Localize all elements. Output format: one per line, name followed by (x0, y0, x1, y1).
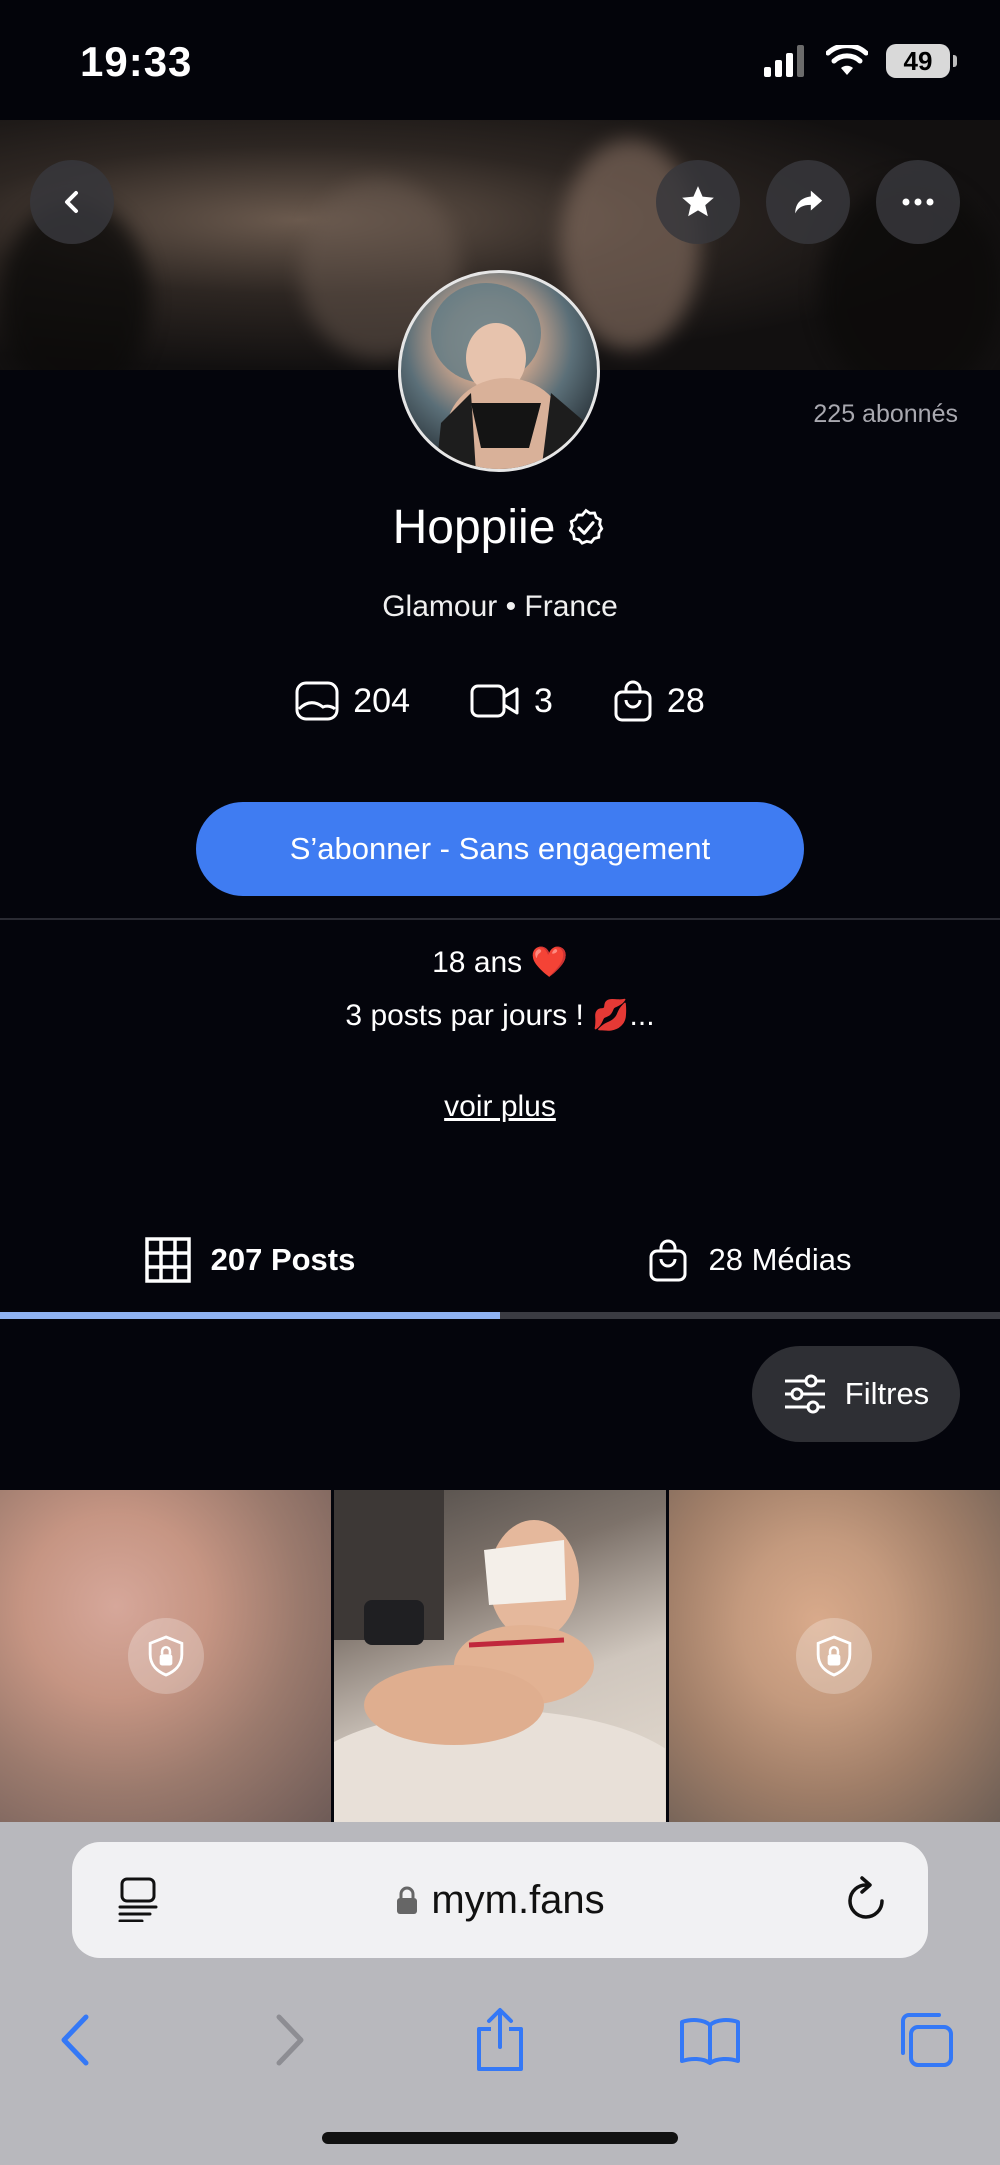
lock-icon (796, 1618, 873, 1694)
stat-medias: 28 (613, 680, 705, 722)
profile-name: Hoppiie (392, 501, 556, 554)
verified-badge-icon (569, 508, 604, 545)
lock-icon (127, 1618, 204, 1694)
filters-button[interactable]: Filtres (752, 1346, 960, 1442)
share-button[interactable] (766, 160, 850, 244)
chevron-right-icon (276, 2014, 304, 2066)
content-tabs: 207 Posts 28 Médias (0, 1200, 1000, 1320)
book-icon (680, 2018, 740, 2065)
more-options-button[interactable] (876, 160, 960, 244)
tab-posts-label: 207 Posts (210, 1242, 356, 1277)
share-icon (477, 2008, 523, 2071)
battery-indicator: 49 (886, 44, 957, 78)
filters-label: Filtres (844, 1376, 930, 1411)
profile-avatar[interactable] (398, 270, 600, 472)
profile-name-row: Hoppiie (0, 500, 1000, 555)
bio-line-1: 18 ans ❤️ (432, 946, 568, 979)
browser-toolbar: mym.fans (0, 1822, 1000, 2165)
subscribe-button[interactable]: S’abonner - Sans engagement (196, 802, 804, 896)
tabs-icon (901, 2013, 953, 2067)
post-thumbnail-locked[interactable] (0, 1490, 332, 1822)
star-icon (682, 186, 714, 217)
reload-icon[interactable] (844, 1874, 890, 1924)
post-thumbnail-locked[interactable] (668, 1490, 1000, 1822)
grid-icon (144, 1237, 191, 1283)
avatar-image (431, 283, 586, 469)
posts-grid (0, 1490, 1000, 1822)
cellular-signal-icon (764, 45, 804, 77)
tab-medias-label: 28 Médias (708, 1242, 852, 1277)
status-bar: 19:33 49 (0, 0, 1000, 120)
address-bar[interactable]: mym.fans (72, 1842, 928, 1958)
favorite-button[interactable] (656, 160, 740, 244)
browser-tabs-button[interactable] (880, 1990, 970, 2090)
url-text: mym.fans (431, 1877, 605, 1922)
stat-videos: 3 (470, 680, 553, 722)
section-divider (0, 918, 1000, 920)
stat-photos-count: 204 (353, 681, 410, 720)
see-more-link[interactable]: voir plus (0, 1090, 1000, 1124)
stat-photos: 204 (295, 680, 410, 722)
shopping-bag-icon (649, 1239, 687, 1282)
video-camera-icon (470, 684, 519, 718)
browser-forward-button[interactable] (245, 1990, 335, 2090)
stat-medias-count: 28 (666, 681, 705, 720)
tab-medias[interactable]: 28 Médias (500, 1200, 1000, 1320)
wifi-icon (826, 45, 868, 75)
status-icons: 49 (764, 44, 957, 78)
home-indicator (322, 2132, 678, 2144)
shopping-bag-icon (614, 680, 652, 722)
photo-icon (295, 681, 339, 721)
stat-videos-count: 3 (533, 681, 553, 720)
chevron-left-icon (65, 191, 78, 213)
browser-share-button[interactable] (455, 1990, 545, 2090)
status-time: 19:33 (80, 38, 193, 85)
back-button[interactable] (30, 160, 114, 244)
browser-back-button[interactable] (30, 1990, 120, 2090)
sliders-icon (784, 1374, 825, 1414)
share-arrow-icon (795, 190, 823, 214)
url-display: mym.fans (395, 1877, 605, 1923)
browser-nav-row (0, 1990, 1000, 2090)
tab-active-indicator (0, 1312, 500, 1319)
profile-stats: 204 3 28 (0, 680, 1000, 722)
page-menu-icon[interactable] (116, 1876, 160, 1922)
browser-bookmarks-button[interactable] (665, 1990, 755, 2090)
post-image (334, 1490, 666, 1822)
chevron-left-icon (61, 2014, 89, 2066)
lock-icon (397, 1886, 418, 1914)
profile-category-location: Glamour • France (382, 590, 618, 623)
bio-line-2: 3 posts par jours ! 💋... (345, 999, 655, 1032)
post-thumbnail[interactable] (334, 1490, 666, 1822)
followers-count: 225 abonnés (813, 400, 958, 428)
more-dots-icon (902, 198, 934, 206)
tab-posts[interactable]: 207 Posts (0, 1200, 500, 1320)
